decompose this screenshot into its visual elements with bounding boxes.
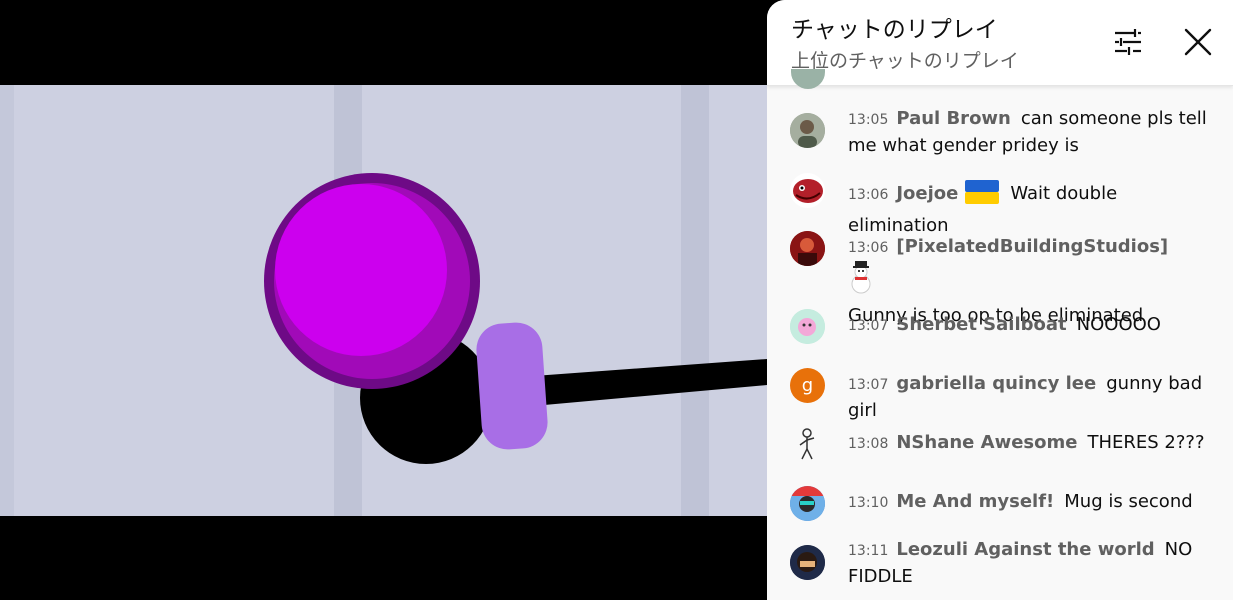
avatar bbox=[791, 69, 825, 89]
message-body: 13:05 Paul Brown can someone pls tell me w… bbox=[848, 106, 1218, 159]
message-author[interactable]: Paul Brown bbox=[896, 108, 1011, 129]
message-timestamp: 13:05 bbox=[848, 112, 889, 128]
chat-header: チャットのリプレイ 上位のチャットのリプレイ bbox=[767, 0, 1233, 86]
message-timestamp: 13:08 bbox=[848, 436, 889, 452]
avatar[interactable] bbox=[790, 545, 825, 580]
message-author[interactable]: Me And myself! bbox=[896, 491, 1054, 512]
avatar-letter: g bbox=[801, 375, 814, 396]
tune-sliders-icon bbox=[1115, 29, 1141, 55]
message-timestamp: 13:10 bbox=[848, 495, 889, 511]
red-creature-icon bbox=[793, 179, 823, 203]
pixel-character-icon bbox=[790, 231, 825, 266]
message-author[interactable]: [PixelatedBuildingStudios] bbox=[896, 236, 1168, 257]
message-body: 13:11 Leozuli Against the world NO FIDDLE bbox=[848, 537, 1218, 590]
user-photo-icon bbox=[790, 113, 825, 148]
colorful-character-icon bbox=[790, 486, 825, 521]
lavender-handle bbox=[476, 322, 548, 450]
message-body: 13:07 gabriella quincy lee gunny bad girl bbox=[848, 371, 1218, 424]
message-timestamp: 13:07 bbox=[848, 318, 889, 334]
video-player[interactable] bbox=[0, 0, 767, 600]
black-stick bbox=[520, 359, 767, 407]
close-button[interactable] bbox=[1180, 24, 1216, 60]
avatar[interactable] bbox=[790, 486, 825, 521]
snowman-icon bbox=[844, 261, 878, 303]
message-text: THERES 2??? bbox=[1087, 432, 1205, 453]
stick-figure-icon bbox=[799, 428, 815, 460]
video-scene bbox=[264, 173, 767, 464]
message-text: Mug is second bbox=[1064, 491, 1193, 512]
message-author[interactable]: NShane Awesome bbox=[896, 432, 1077, 453]
message-timestamp: 13:06 bbox=[848, 187, 889, 203]
chat-mode-selector[interactable]: 上位のチャットのリプレイ bbox=[791, 46, 1019, 73]
avatar[interactable] bbox=[790, 309, 825, 344]
message-body: 13:07 Sherbet Sailboat NOOOOO bbox=[848, 312, 1218, 339]
message-text: NOOOOO bbox=[1076, 314, 1161, 335]
purple-ball bbox=[275, 184, 447, 356]
message-timestamp: 13:06 bbox=[848, 240, 889, 256]
message-timestamp: 13:11 bbox=[848, 543, 889, 559]
message-body: 13:10 Me And myself! Mug is second bbox=[848, 489, 1218, 516]
avatar[interactable] bbox=[790, 231, 825, 266]
close-icon bbox=[1184, 28, 1212, 56]
chat-title: チャットのリプレイ bbox=[791, 17, 998, 43]
message-author[interactable]: Joejoe bbox=[896, 183, 958, 204]
filter-button[interactable] bbox=[1110, 24, 1146, 60]
pastel-character-icon bbox=[790, 309, 825, 344]
video-frame bbox=[0, 85, 767, 516]
avatar[interactable] bbox=[790, 173, 825, 208]
avatar[interactable]: g bbox=[790, 368, 825, 403]
avatar[interactable] bbox=[790, 113, 825, 148]
ukraine-flag-icon bbox=[964, 179, 1000, 213]
avatar[interactable] bbox=[790, 427, 825, 462]
chat-message-list[interactable]: 13:05 Paul Brown can someone pls tell me w… bbox=[767, 69, 1233, 600]
chat-replay-panel: チャットのリプレイ 上位のチャットのリプレイ 13:05 Paul Brown … bbox=[767, 0, 1233, 600]
message-author[interactable]: gabriella quincy lee bbox=[896, 373, 1096, 394]
message-author[interactable]: Leozuli Against the world bbox=[896, 539, 1154, 560]
message-body: 13:06 Joejoe Wait double elimination bbox=[848, 179, 1218, 239]
dark-character-icon bbox=[790, 545, 825, 580]
message-author[interactable]: Sherbet Sailboat bbox=[896, 314, 1066, 335]
message-timestamp: 13:07 bbox=[848, 377, 889, 393]
message-body: 13:08 NShane Awesome THERES 2??? bbox=[848, 430, 1218, 457]
